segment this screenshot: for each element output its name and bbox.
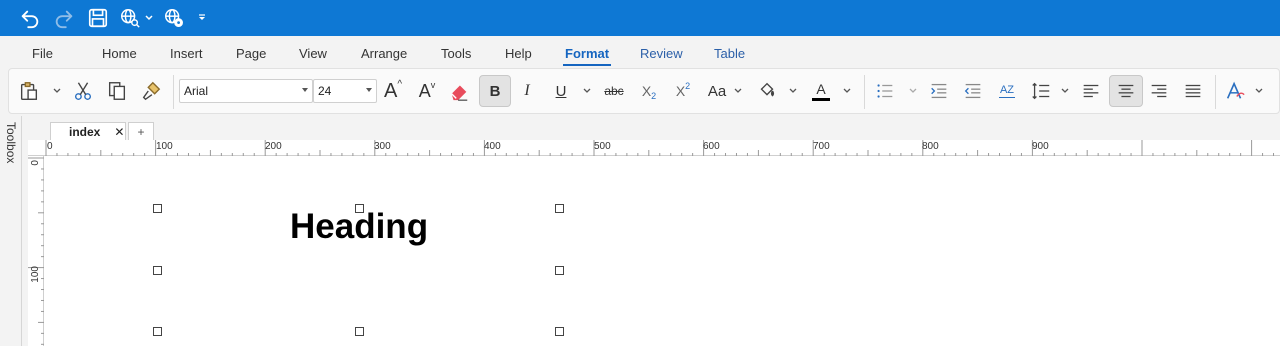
- ruler-label: 100: [156, 141, 173, 152]
- sort-button[interactable]: AZ: [993, 75, 1021, 107]
- tab-file[interactable]: File: [32, 46, 53, 61]
- chevron-down-icon: [302, 88, 308, 92]
- drawing-canvas[interactable]: [28, 140, 1280, 346]
- font-color-chevron-icon[interactable]: [841, 81, 853, 101]
- align-left-button[interactable]: [1077, 75, 1105, 107]
- ribbon-separator: [173, 75, 174, 109]
- tab-help[interactable]: Help: [505, 46, 532, 61]
- toolbox-label[interactable]: Toolbox: [4, 122, 18, 163]
- underline-button[interactable]: U: [547, 75, 575, 107]
- highlight-color-chevron-icon[interactable]: [787, 81, 799, 101]
- strikethrough-button[interactable]: abc: [599, 75, 629, 107]
- selection-handle-middle-left[interactable]: [153, 266, 162, 275]
- align-right-button[interactable]: [1145, 75, 1173, 107]
- vertical-ruler-ticks: [28, 157, 44, 345]
- title-bar: [0, 0, 1280, 36]
- font-name-select[interactable]: Arial: [179, 79, 313, 103]
- line-spacing-button[interactable]: [1027, 75, 1055, 107]
- document-tab-label: index: [69, 124, 101, 139]
- ribbon-separator: [864, 75, 865, 109]
- ruler-label: 300: [374, 141, 391, 152]
- italic-button[interactable]: I: [513, 75, 541, 107]
- ruler-label: 200: [265, 141, 282, 152]
- document-tab-index[interactable]: index ✕: [50, 122, 126, 140]
- text-style-chevron-icon[interactable]: [1253, 81, 1265, 101]
- tab-insert[interactable]: Insert: [170, 46, 203, 61]
- increase-indent-button[interactable]: [925, 75, 953, 107]
- align-center-button[interactable]: [1109, 75, 1143, 107]
- chevron-down-icon: [366, 88, 372, 92]
- tab-review[interactable]: Review: [640, 46, 683, 61]
- font-size-value: 24: [318, 84, 332, 98]
- chevron-down-icon[interactable]: [143, 8, 155, 28]
- highlight-color-button[interactable]: [753, 75, 781, 107]
- customize-caret-icon[interactable]: [196, 8, 208, 28]
- superscript-button[interactable]: X2: [669, 75, 697, 107]
- selection-handle-top-center[interactable]: [355, 204, 364, 213]
- change-case-chevron-icon[interactable]: [732, 81, 744, 101]
- globe-settings-icon[interactable]: [160, 4, 188, 32]
- tab-view[interactable]: View: [299, 46, 327, 61]
- add-tab-button[interactable]: +: [128, 122, 154, 140]
- clear-formatting-button[interactable]: [445, 75, 473, 107]
- undo-icon[interactable]: [16, 4, 44, 32]
- tab-page[interactable]: Page: [236, 46, 266, 61]
- grow-font-icon: A: [383, 79, 398, 102]
- horizontal-ruler: 0 100 200 300 400 500 600 700 800 900: [28, 140, 1280, 156]
- format-painter-button[interactable]: [137, 75, 165, 107]
- ruler-label: 700: [813, 141, 830, 152]
- web-preview-icon[interactable]: [116, 4, 144, 32]
- ruler-label: 100: [30, 266, 41, 283]
- paste-options-chevron-icon[interactable]: [51, 81, 63, 101]
- shrink-font-button[interactable]: Av: [413, 75, 441, 107]
- tab-home[interactable]: Home: [102, 46, 137, 61]
- ruler-label: 0: [30, 160, 41, 166]
- ruler-label: 400: [484, 141, 501, 152]
- bullets-chevron-icon[interactable]: [907, 81, 919, 101]
- heading-text-block[interactable]: Heading: [290, 207, 428, 247]
- font-size-select[interactable]: 24: [313, 79, 377, 103]
- selection-handle-top-right[interactable]: [555, 204, 564, 213]
- tab-tools[interactable]: Tools: [441, 46, 471, 61]
- cut-button[interactable]: [69, 75, 97, 107]
- ruler-label: 800: [922, 141, 939, 152]
- shrink-font-icon: A: [418, 80, 431, 101]
- bullets-button[interactable]: [871, 75, 899, 107]
- justify-button[interactable]: [1179, 75, 1207, 107]
- underline-options-chevron-icon[interactable]: [581, 81, 593, 101]
- text-style-button[interactable]: [1221, 75, 1249, 107]
- selection-handle-bottom-left[interactable]: [153, 327, 162, 336]
- paste-button[interactable]: [15, 75, 43, 107]
- ruler-label: 600: [703, 141, 720, 152]
- ruler-label: 0: [47, 141, 53, 152]
- selection-handle-bottom-right[interactable]: [555, 327, 564, 336]
- font-color-swatch: [812, 97, 830, 101]
- copy-button[interactable]: [103, 75, 131, 107]
- font-color-button[interactable]: A: [807, 75, 835, 107]
- line-spacing-chevron-icon[interactable]: [1059, 81, 1071, 101]
- tab-arrange[interactable]: Arrange: [361, 46, 407, 61]
- change-case-button[interactable]: Aa: [703, 75, 731, 107]
- selection-handle-bottom-center[interactable]: [355, 327, 364, 336]
- font-name-value: Arial: [184, 84, 209, 98]
- subscript-button[interactable]: X2: [635, 75, 663, 107]
- ruler-label: 900: [1032, 141, 1049, 152]
- ribbon-tab-bar: File Home Insert Page View Arrange Tools…: [0, 36, 1280, 68]
- selection-handle-middle-right[interactable]: [555, 266, 564, 275]
- vertical-ruler: 0 100: [28, 156, 44, 346]
- ribbon-separator: [1215, 75, 1216, 109]
- decrease-indent-button[interactable]: [959, 75, 987, 107]
- horizontal-ruler-ticks: [45, 140, 1275, 156]
- bold-button[interactable]: B: [479, 75, 511, 107]
- save-icon[interactable]: [84, 4, 112, 32]
- grow-font-button[interactable]: A ^: [379, 75, 407, 107]
- tab-format[interactable]: Format: [562, 46, 612, 66]
- redo-icon[interactable]: [50, 4, 78, 32]
- close-tab-icon[interactable]: ✕: [114, 125, 124, 139]
- tab-table[interactable]: Table: [714, 46, 745, 61]
- format-ribbon: Arial 24 A ^ Av B I U abc X2 X2 Aa A AZ: [8, 68, 1280, 114]
- ruler-label: 500: [594, 141, 611, 152]
- selection-handle-top-left[interactable]: [153, 204, 162, 213]
